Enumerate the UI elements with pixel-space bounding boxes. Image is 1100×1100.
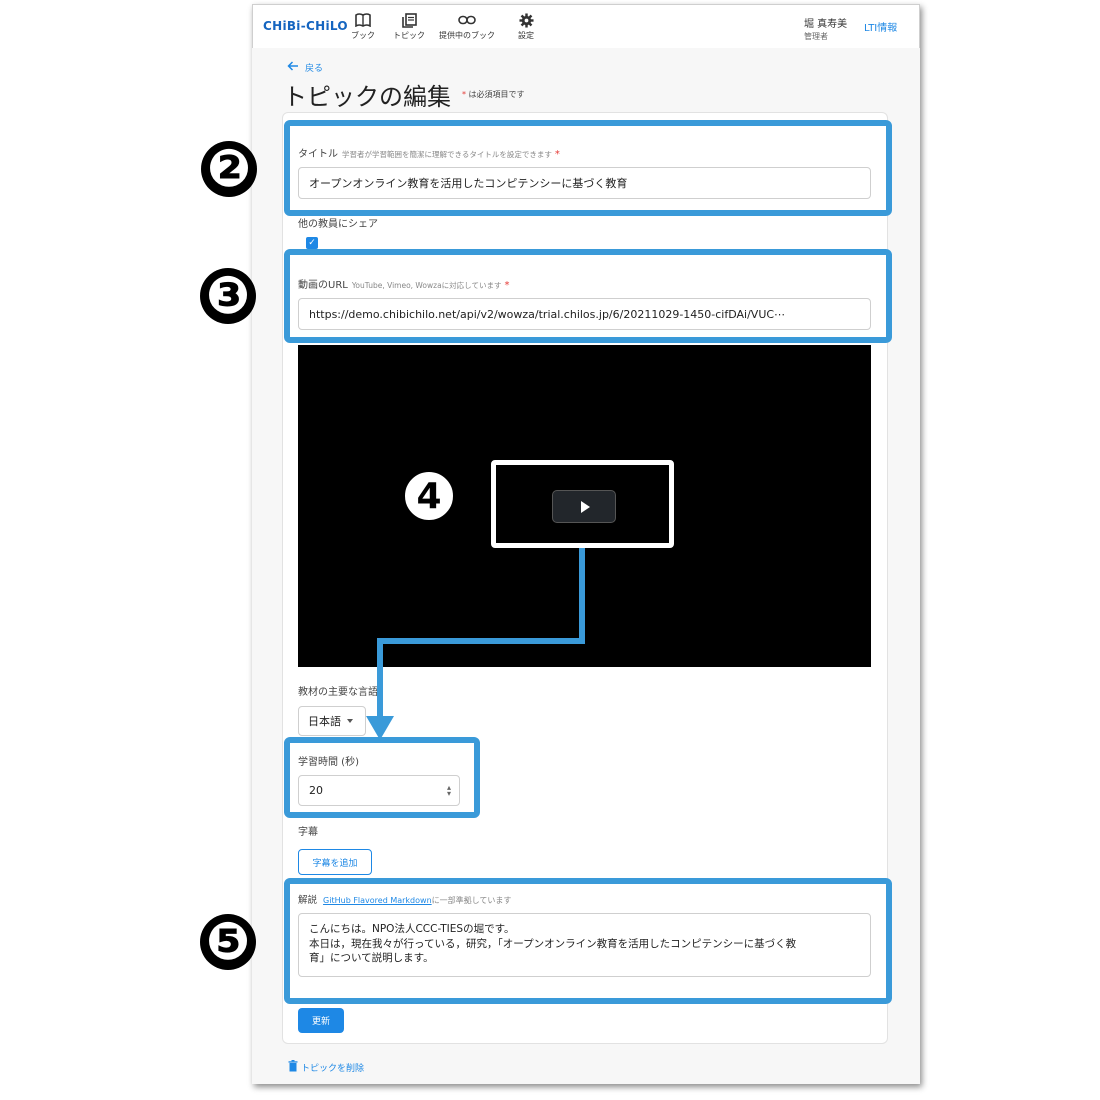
annotation-4: 4 [401, 468, 457, 524]
language-value: 日本語 [308, 715, 341, 728]
nav-books-label: ブック [351, 31, 375, 40]
share-checkbox[interactable]: ✓ [306, 237, 318, 249]
back-link[interactable]: 戻る [287, 61, 323, 74]
delete-topic-label: トピックを削除 [301, 1064, 365, 1074]
trash-icon [288, 1060, 298, 1075]
share-label: 他の教員にシェア [298, 219, 378, 230]
annotation-3: ❸ [200, 268, 256, 324]
user-menu[interactable]: 堀 真寿美 管理者 [804, 15, 847, 42]
topic-icon [390, 12, 428, 28]
add-subtitle-button[interactable]: 字幕を追加 [298, 849, 372, 875]
gear-icon [512, 12, 540, 28]
lti-info-link[interactable]: LTI情報 [864, 19, 897, 34]
caret-down-icon [347, 719, 353, 723]
app-logo[interactable]: CHiBi-CHiLO [263, 19, 348, 33]
connector-arrow [366, 548, 585, 740]
book-icon [348, 12, 378, 28]
nav-topics-label: トピック [393, 31, 425, 40]
required-note: * は必須項目です [462, 90, 525, 99]
highlight-description [284, 878, 892, 1004]
back-label: 戻る [305, 64, 324, 74]
annotation-2: ❷ [201, 141, 257, 197]
highlight-duration [284, 737, 480, 818]
highlight-title [284, 120, 892, 216]
subtitle-label: 字幕 [298, 827, 318, 838]
nav-books[interactable]: ブック [348, 12, 378, 41]
nav-shared-books-label: 提供中のブック [439, 31, 495, 40]
user-name: 堀 真寿美 [804, 19, 848, 30]
highlight-video-url [284, 249, 892, 343]
annotation-5: ❺ [200, 914, 256, 970]
arrow-left-icon [287, 61, 299, 74]
nav-settings[interactable]: 設定 [512, 12, 540, 41]
user-role: 管理者 [804, 32, 828, 41]
nav-settings-label: 設定 [518, 31, 534, 40]
link-icon [436, 12, 498, 28]
language-select[interactable]: 日本語 [298, 706, 366, 736]
nav-shared-books[interactable]: 提供中のブック [436, 12, 498, 41]
play-button-highlight [491, 460, 674, 548]
nav-topics[interactable]: トピック [390, 12, 428, 41]
delete-topic-link[interactable]: トピックを削除 [288, 1060, 364, 1075]
update-button[interactable]: 更新 [298, 1008, 344, 1033]
page-title: トピックの編集 [283, 83, 451, 111]
